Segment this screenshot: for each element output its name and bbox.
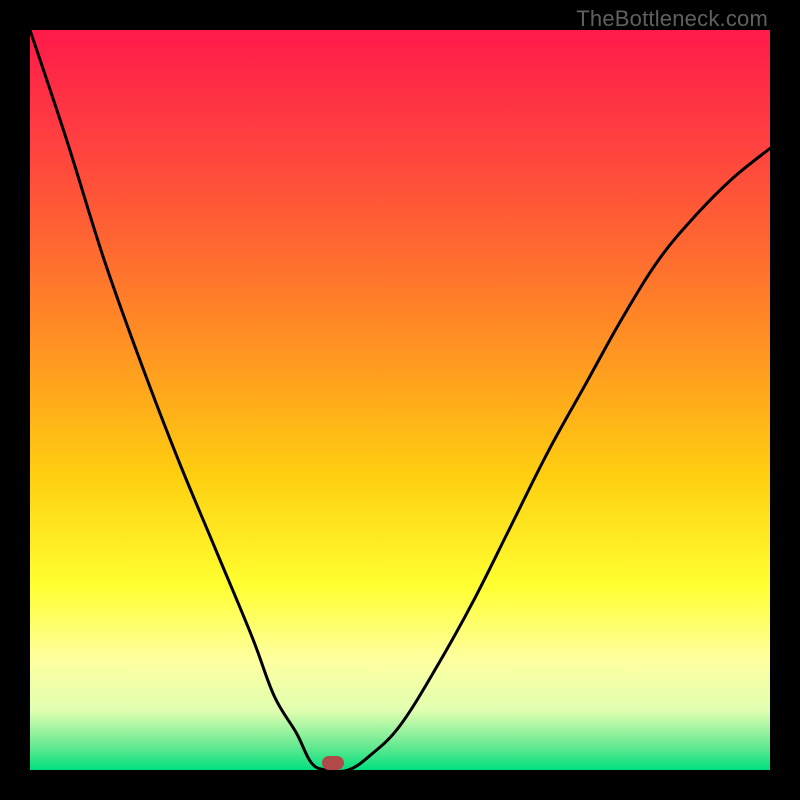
bottleneck-curve — [30, 30, 770, 770]
chart-frame: TheBottleneck.com — [0, 0, 800, 800]
optimal-point-marker — [322, 756, 344, 770]
plot-area — [30, 30, 770, 770]
attribution-text: TheBottleneck.com — [576, 6, 768, 32]
